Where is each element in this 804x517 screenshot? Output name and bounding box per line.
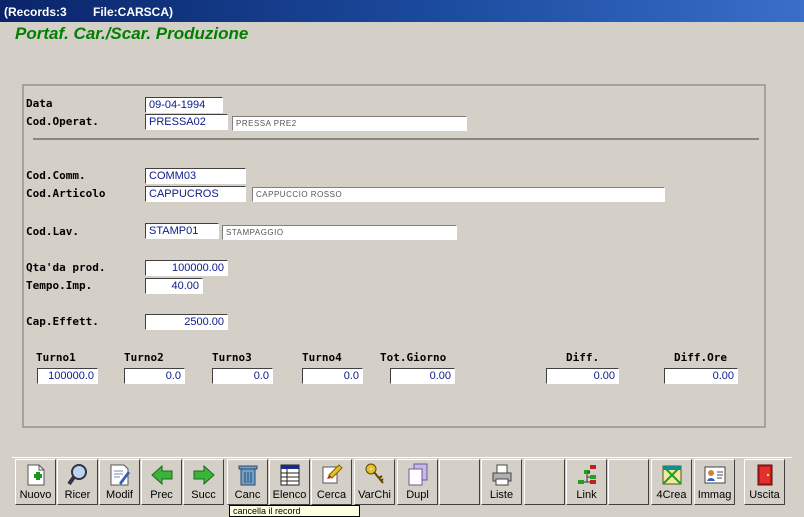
dupl-button[interactable]: Dupl [397,459,438,505]
prec-button[interactable]: Prec [141,459,182,505]
elenco-label: Elenco [272,489,307,501]
succ-button[interactable]: Succ [183,459,224,505]
4crea-button[interactable]: 4Crea [651,459,692,505]
turno2-label: Turno2 [124,351,164,364]
operatore-field[interactable]: PRESSA02 [145,114,228,130]
lavorazione-field[interactable]: STAMP01 [145,223,219,239]
trash-icon [238,465,258,486]
search-icon [322,464,343,484]
magnifier-icon [67,464,87,486]
turno4-label: Turno4 [302,351,342,364]
link-label: Link [576,489,597,501]
link-icon [578,465,596,484]
varchi-button[interactable]: VarChi [354,459,395,505]
cerca-label: Cerca [316,489,347,501]
uscita-button[interactable]: Uscita [744,459,785,505]
commessa-label: Cod.Comm. [26,169,86,182]
exit-door-icon [757,464,773,486]
nuovo-label: Nuovo [19,489,52,501]
ricer-button[interactable]: Ricer [57,459,98,505]
create-icon [662,465,682,485]
canc-button[interactable]: Canc [227,459,268,505]
succ-label: Succ [191,489,216,501]
diff-ore-label: Diff.Ore [674,351,727,364]
turno1-label: Turno1 [36,351,76,364]
diff-field[interactable]: 0.00 [546,368,619,384]
lavorazione-description: STAMPAGGIO [222,225,457,240]
records-count: (Records:3 [4,5,67,19]
empty-toolbar-slot-3 [608,459,649,505]
empty-toolbar-slot-2 [524,459,565,505]
turno1-field[interactable]: 100000.0 [37,368,98,384]
cap-effett-field[interactable]: 2500.00 [145,314,228,330]
file-name: File:CARSCA) [93,5,173,19]
turno4-field[interactable]: 0.0 [302,368,363,384]
duplicate-icon [408,463,428,486]
page-title: Portaf. Car./Scar. Produzione [15,24,249,43]
diff-label: Diff. [566,351,600,364]
liste-button[interactable]: Liste [481,459,522,505]
list-icon [280,464,300,486]
tempo-imp-label: Tempo.Imp. [26,279,93,292]
turno3-label: Turno3 [212,351,252,364]
varchi-label: VarChi [358,489,391,501]
ricer-label: Ricer [64,489,91,501]
nuovo-button[interactable]: Nuovo [15,459,56,505]
qta-prod-field[interactable]: 100000.00 [145,260,228,276]
liste-label: Liste [489,489,514,501]
commessa-field[interactable]: COMM03 [145,168,246,184]
qta-prod-label: Qta'da prod. [26,261,106,274]
elenco-button[interactable]: Elenco [269,459,310,505]
arrow-right-icon [193,464,215,486]
turno2-field[interactable]: 0.0 [124,368,185,384]
lavorazione-label: Cod.Lav. [26,225,79,238]
operatore-description: PRESSA PRE2 [232,116,467,131]
cerca-button[interactable]: Cerca [311,459,352,505]
tempo-imp-field[interactable]: 40.00 [145,278,203,294]
arrow-left-icon [151,464,173,486]
canc-label: Canc [234,489,261,501]
tot-giorno-field[interactable]: 0.00 [390,368,455,384]
window-titlebar: (Records:3 File:CARSCA) [0,0,804,22]
tooltip: cancella il record [229,505,360,517]
edit-document-icon [110,464,130,486]
image-card-icon [704,466,726,484]
immag-button[interactable]: Immag [694,459,735,505]
cap-effett-label: Cap.Effett. [26,315,99,328]
modif-label: Modif [106,489,133,501]
modif-button[interactable]: Modif [99,459,140,505]
uscita-label: Uscita [749,489,780,501]
diff-ore-field[interactable]: 0.00 [664,368,738,384]
tot-giorno-label: Tot.Giorno [380,351,447,364]
data-field[interactable]: 09-04-1994 [145,97,223,113]
articolo-label: Cod.Articolo [26,187,106,200]
4crea-label: 4Crea [656,489,687,501]
data-label: Data [26,97,53,110]
immag-label: Immag [697,489,732,501]
prec-label: Prec [150,489,173,501]
empty-toolbar-slot-1 [439,459,480,505]
turno3-field[interactable]: 0.0 [212,368,273,384]
link-button[interactable]: Link [566,459,607,505]
printer-icon [492,464,512,486]
dupl-label: Dupl [406,489,429,501]
articolo-field[interactable]: CAPPUCROS [145,186,246,202]
articolo-description: CAPPUCCIO ROSSO [252,187,665,202]
operatore-label: Cod.Operat. [26,115,99,128]
keys-icon [365,463,384,484]
new-document-icon [27,464,45,486]
form-divider [33,138,759,140]
